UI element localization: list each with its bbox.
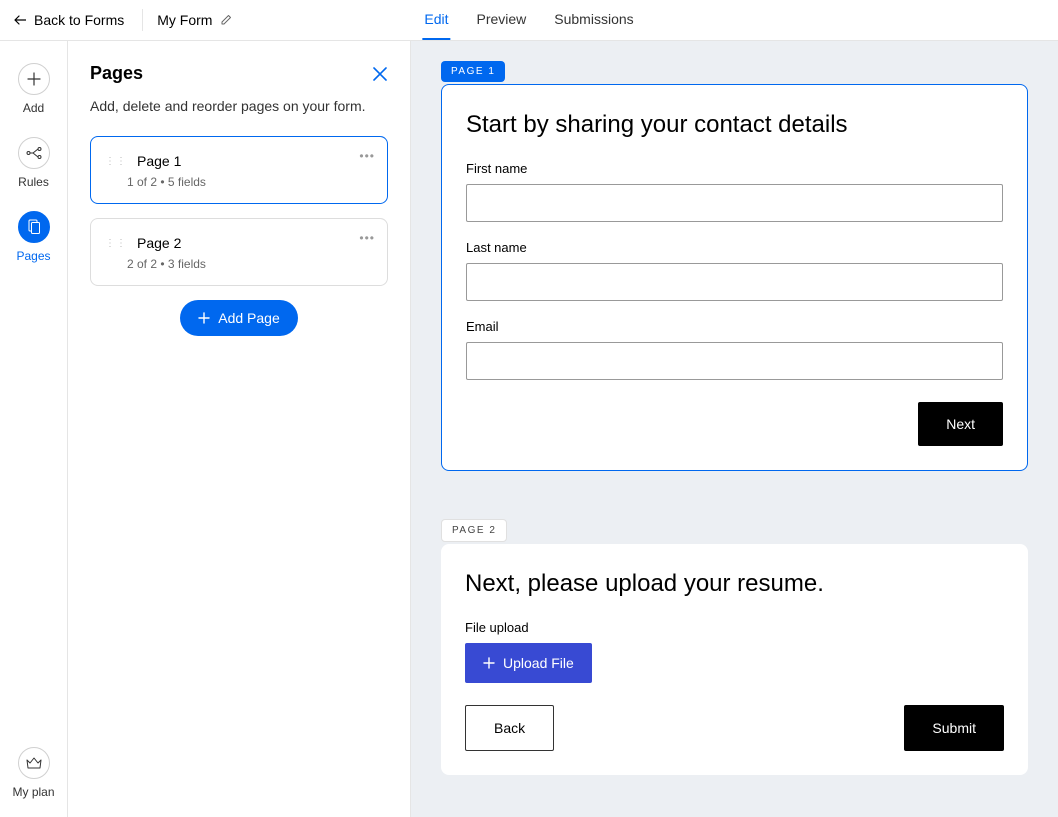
rail-rules[interactable]: Rules (18, 137, 50, 189)
more-icon[interactable]: ••• (359, 231, 375, 245)
rail-my-plan[interactable]: My plan (12, 747, 54, 799)
form-page-2[interactable]: Next, please upload your resume. File up… (441, 544, 1028, 775)
arrow-left-icon (14, 15, 26, 25)
page-card-name: Page 2 (137, 235, 181, 251)
crown-icon (18, 747, 50, 779)
last-name-label: Last name (466, 240, 1003, 255)
page-card-2[interactable]: ⋮⋮ Page 2 2 of 2 • 3 fields ••• (90, 218, 388, 286)
first-name-input[interactable] (466, 184, 1003, 222)
page1-heading: Start by sharing your contact details (466, 111, 1003, 139)
rail-pages[interactable]: Pages (16, 211, 50, 263)
close-icon[interactable] (372, 66, 388, 82)
form-title: My Form (157, 12, 212, 28)
field-email[interactable]: Email (466, 319, 1003, 380)
rail-rules-label: Rules (18, 175, 49, 189)
page-tag-1: Page 1 (441, 61, 505, 82)
plus-icon (483, 657, 495, 669)
pages-icon (18, 211, 50, 243)
field-last-name[interactable]: Last name (466, 240, 1003, 301)
header-tabs: Edit Preview Submissions (422, 0, 635, 40)
submit-button[interactable]: Submit (904, 705, 1004, 751)
file-upload-label: File upload (465, 620, 1004, 635)
drag-handle-icon[interactable]: ⋮⋮ (105, 241, 127, 246)
plus-icon (198, 312, 210, 324)
next-button[interactable]: Next (918, 402, 1003, 446)
drag-handle-icon[interactable]: ⋮⋮ (105, 159, 127, 164)
branch-icon (18, 137, 50, 169)
add-page-label: Add Page (218, 310, 280, 326)
rail-myplan-label: My plan (12, 785, 54, 799)
plus-icon (18, 63, 50, 95)
email-input[interactable] (466, 342, 1003, 380)
back-label: Back to Forms (34, 12, 124, 28)
upload-file-label: Upload File (503, 655, 574, 671)
back-to-forms[interactable]: Back to Forms (0, 12, 124, 28)
page2-heading: Next, please upload your resume. (465, 570, 1004, 598)
more-icon[interactable]: ••• (359, 149, 375, 163)
tab-edit[interactable]: Edit (422, 0, 450, 40)
back-button[interactable]: Back (465, 705, 554, 751)
tab-submissions[interactable]: Submissions (552, 0, 635, 40)
page-card-name: Page 1 (137, 153, 181, 169)
email-label: Email (466, 319, 1003, 334)
field-first-name[interactable]: First name (466, 161, 1003, 222)
last-name-input[interactable] (466, 263, 1003, 301)
page-card-1[interactable]: ⋮⋮ Page 1 1 of 2 • 5 fields ••• (90, 136, 388, 204)
divider (142, 9, 143, 31)
first-name-label: First name (466, 161, 1003, 176)
rail-pages-label: Pages (16, 249, 50, 263)
upload-file-button[interactable]: Upload File (465, 643, 592, 683)
panel-description: Add, delete and reorder pages on your fo… (90, 98, 388, 114)
add-page-button[interactable]: Add Page (180, 300, 298, 336)
form-page-1[interactable]: Start by sharing your contact details Fi… (441, 84, 1028, 471)
panel-title: Pages (90, 63, 143, 84)
form-canvas: Page 1 Start by sharing your contact det… (411, 41, 1058, 817)
side-rail: Add Rules Pages My plan (0, 41, 68, 817)
pages-panel: Pages Add, delete and reorder pages on y… (68, 41, 411, 817)
rail-add-label: Add (23, 101, 44, 115)
form-title-group[interactable]: My Form (157, 12, 232, 28)
page-card-meta: 2 of 2 • 3 fields (127, 257, 373, 271)
rail-add[interactable]: Add (18, 63, 50, 115)
pencil-icon (220, 14, 232, 26)
page-card-meta: 1 of 2 • 5 fields (127, 175, 373, 189)
top-bar: Back to Forms My Form Edit Preview Submi… (0, 0, 1058, 41)
page-tag-2: Page 2 (441, 519, 507, 542)
tab-preview[interactable]: Preview (474, 0, 528, 40)
field-file-upload[interactable]: File upload Upload File (465, 620, 1004, 683)
